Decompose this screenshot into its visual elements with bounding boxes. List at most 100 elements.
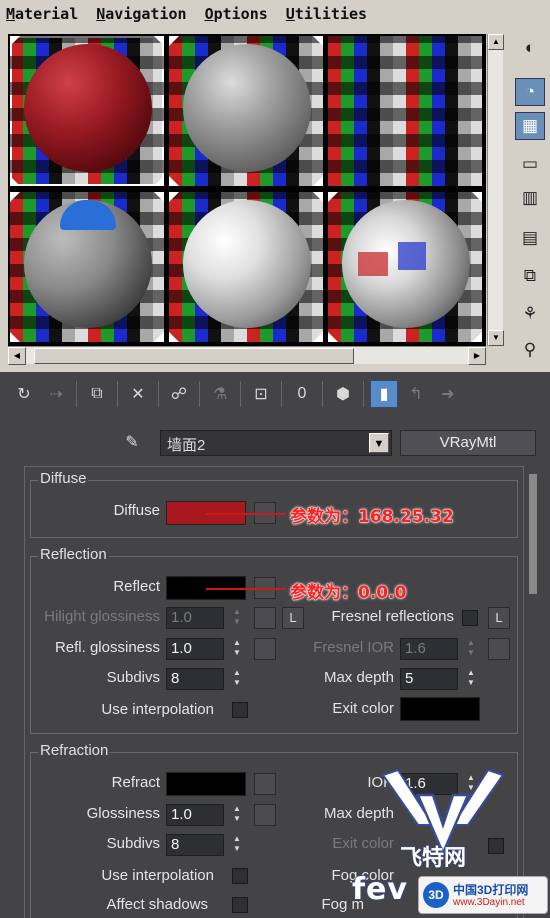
affect-shadows-checkbox[interactable] bbox=[232, 897, 248, 913]
sample-slot-1[interactable] bbox=[10, 36, 164, 186]
refl-glossiness-spinner[interactable]: 1.0 bbox=[166, 638, 224, 660]
hilight-glossiness-spinner[interactable]: 1.0 bbox=[166, 607, 224, 629]
sample-slot-6[interactable] bbox=[328, 192, 482, 342]
refraction-glossiness-map-button[interactable] bbox=[254, 804, 276, 826]
material-type-button[interactable]: VRayMtl bbox=[400, 430, 536, 456]
sample-sphere-icon[interactable]: ◐ bbox=[515, 34, 545, 62]
watermark-fev: fev bbox=[351, 871, 408, 908]
refraction-use-interpolation-label: Use interpolation bbox=[101, 867, 214, 884]
spinner-arrows-icon[interactable]: ▲ ▼ bbox=[230, 668, 244, 690]
scroll-down-arrow-icon[interactable]: ▼ bbox=[488, 330, 504, 346]
menu-options[interactable]: Options bbox=[205, 5, 268, 23]
reflection-max-depth-label: Max depth bbox=[323, 669, 394, 686]
show-map-in-viewport-icon[interactable]: ⬢ bbox=[329, 380, 357, 408]
chevron-down-icon[interactable]: ▼ bbox=[369, 433, 389, 453]
video-color-check-icon[interactable]: ▥ bbox=[515, 184, 545, 212]
material-id-channel-icon[interactable]: ⊡ bbox=[247, 380, 275, 408]
watermark-3d-logo: 3D 中国3D打印网 www.3Dayin.net bbox=[418, 876, 548, 914]
refraction-subdivs-spinner[interactable]: 8 bbox=[166, 834, 224, 856]
get-material-icon[interactable]: ↻ bbox=[10, 380, 38, 408]
hilight-map-button[interactable] bbox=[254, 607, 276, 629]
logo-url-text: www.3Dayin.net bbox=[453, 897, 525, 908]
material-sphere bbox=[183, 44, 311, 172]
menu-material[interactable]: Material bbox=[6, 5, 78, 23]
spinner-arrows-icon[interactable]: ▲ ▼ bbox=[464, 638, 478, 660]
refraction-max-depth-label: Max depth bbox=[323, 805, 394, 822]
affect-shadows-label: Affect shadows bbox=[106, 896, 208, 913]
material-id-label[interactable]: 0 bbox=[288, 380, 316, 408]
spinner-arrows-icon[interactable]: ▲ ▼ bbox=[230, 834, 244, 856]
reflection-subdivs-spinner[interactable]: 8 bbox=[166, 668, 224, 690]
show-end-result-icon[interactable]: ▮ bbox=[370, 380, 398, 408]
material-name-field[interactable]: 墙面2 ▼ bbox=[160, 430, 392, 456]
diffuse-annotation: 参数为：168.25.32 bbox=[290, 507, 454, 528]
hilight-glossiness-label: Hilight glossiness bbox=[44, 608, 160, 625]
material-name-row: ✎ 墙面2 ▼ VRayMtl bbox=[0, 424, 550, 462]
background-checker-icon[interactable]: ▦ bbox=[515, 112, 545, 140]
reflection-max-depth-spinner[interactable]: 5 bbox=[400, 668, 458, 690]
sample-slot-2[interactable] bbox=[169, 36, 323, 186]
refraction-glossiness-label: Glossiness bbox=[86, 805, 160, 822]
sample-slots bbox=[8, 34, 486, 346]
spinner-arrows-icon[interactable]: ▲ ▼ bbox=[230, 804, 244, 826]
diffuse-label: Diffuse bbox=[113, 502, 160, 519]
menu-utilities[interactable]: Utilities bbox=[286, 5, 367, 23]
fresnel-ior-spinner[interactable]: 1.6 bbox=[400, 638, 458, 660]
menu-bar: Material Navigation Options Utilities bbox=[0, 0, 550, 28]
3d-logo-icon: 3D bbox=[423, 882, 449, 908]
reflection-exit-color-swatch[interactable] bbox=[400, 697, 480, 721]
refraction-exit-color-label: Exit color bbox=[332, 835, 394, 852]
assign-material-icon[interactable]: ⧉ bbox=[83, 380, 111, 408]
slots-horizontal-scrollbar[interactable]: ◀ ▶ bbox=[8, 346, 486, 365]
fresnel-reflections-label: Fresnel reflections bbox=[331, 608, 454, 625]
make-preview-icon[interactable]: ▤ bbox=[515, 224, 545, 252]
reflection-exit-color-label: Exit color bbox=[332, 700, 394, 717]
sample-slot-3[interactable] bbox=[328, 36, 482, 186]
scroll-up-arrow-icon[interactable]: ▲ bbox=[488, 34, 504, 50]
diffuse-group-title: Diffuse bbox=[38, 470, 89, 487]
reflection-group-title: Reflection bbox=[38, 546, 109, 563]
make-unique-icon[interactable]: ☍ bbox=[165, 380, 193, 408]
reflect-annotation: 参数为：0.0.0 bbox=[290, 583, 407, 604]
slots-vertical-scrollbar[interactable]: ▲ ▼ bbox=[487, 34, 504, 346]
scroll-left-arrow-icon[interactable]: ◀ bbox=[8, 347, 26, 365]
reflection-use-interpolation-label: Use interpolation bbox=[101, 701, 214, 718]
fresnel-reflections-checkbox[interactable] bbox=[462, 610, 478, 626]
reflection-use-interpolation-checkbox[interactable] bbox=[232, 702, 248, 718]
reset-map-icon[interactable]: ✕ bbox=[124, 380, 152, 408]
put-to-scene-icon[interactable]: ⇢ bbox=[42, 380, 70, 408]
fresnel-ior-map-button[interactable] bbox=[488, 638, 510, 660]
refract-map-button[interactable] bbox=[254, 773, 276, 795]
refraction-use-interpolation-checkbox[interactable] bbox=[232, 868, 248, 884]
scroll-right-arrow-icon[interactable]: ▶ bbox=[468, 347, 486, 365]
rollout-scrollbar[interactable] bbox=[527, 466, 539, 918]
material-map-navigator-icon[interactable]: ⚲ bbox=[515, 336, 545, 364]
reflection-subdivs-label: Subdivs bbox=[106, 669, 160, 686]
material-toolbar: ↻ ⇢ ⧉ ✕ ☍ ⚗ ⊡ 0 ⬢ ▮ ↰ ➜ bbox=[0, 372, 550, 416]
watermark-text: 飞特网 bbox=[399, 846, 467, 872]
backlight-icon[interactable]: ◔ bbox=[515, 78, 545, 106]
refl-glossiness-map-button[interactable] bbox=[254, 638, 276, 660]
refraction-glossiness-spinner[interactable]: 1.0 bbox=[166, 804, 224, 826]
sample-slot-5[interactable] bbox=[169, 192, 323, 342]
put-to-library-icon[interactable]: ⚗ bbox=[206, 380, 234, 408]
sample-slot-4[interactable] bbox=[10, 192, 164, 342]
options-icon[interactable]: ⧉ bbox=[515, 262, 545, 290]
uv-tiling-icon[interactable]: ▭ bbox=[515, 150, 545, 178]
scroll-thumb[interactable] bbox=[34, 348, 354, 364]
refract-color-swatch[interactable] bbox=[166, 772, 246, 796]
refraction-subdivs-label: Subdivs bbox=[106, 835, 160, 852]
reflect-label: Reflect bbox=[113, 578, 160, 595]
spinner-arrows-icon[interactable]: ▲ ▼ bbox=[230, 638, 244, 660]
spinner-arrows-icon[interactable]: ▲ ▼ bbox=[464, 668, 478, 690]
spinner-arrows-icon[interactable]: ▲ ▼ bbox=[230, 607, 244, 629]
eyedropper-icon[interactable]: ✎ bbox=[120, 430, 144, 454]
slot-tools: ◐ ◔ ▦ ▭ ▥ ▤ ⧉ ⚘ ⚲ bbox=[512, 34, 548, 364]
go-forward-to-sibling-icon[interactable]: ➜ bbox=[434, 380, 462, 408]
menu-navigation[interactable]: Navigation bbox=[96, 5, 186, 23]
logo-cn-text: 中国3D打印网 bbox=[453, 883, 529, 897]
ior-label: IOR bbox=[367, 774, 394, 791]
go-to-parent-icon[interactable]: ↰ bbox=[402, 380, 430, 408]
select-by-material-icon[interactable]: ⚘ bbox=[515, 300, 545, 328]
fresnel-lock-button[interactable]: L bbox=[488, 607, 510, 629]
